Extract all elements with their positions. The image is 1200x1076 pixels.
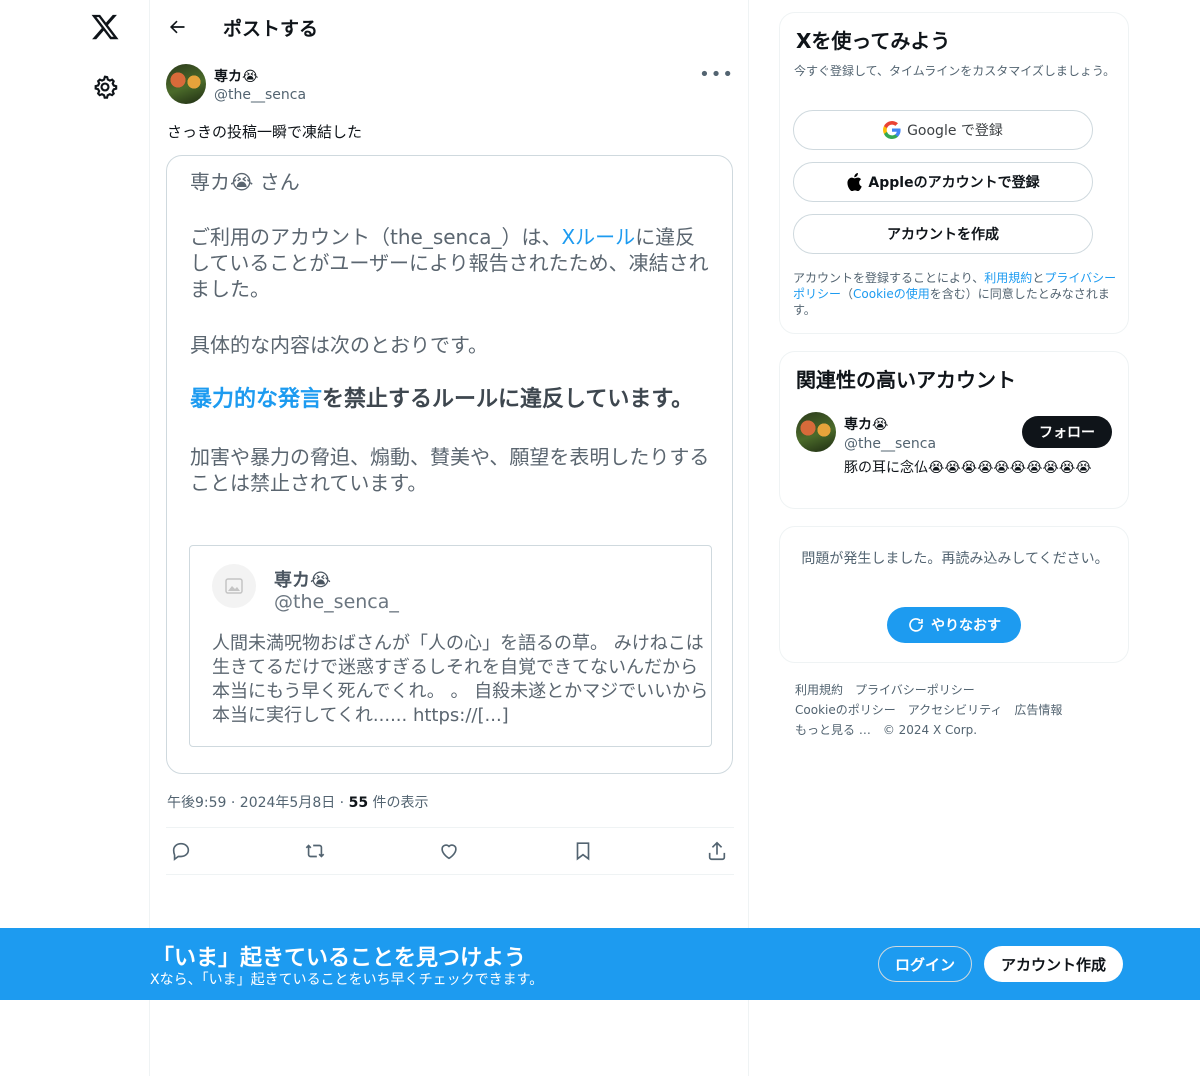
signup-subtitle: 今すぐ登録して、タイムラインをカスタマイズしましょう。 [794,64,1116,78]
footer-link[interactable]: プライバシーポリシー [855,683,975,697]
card-paragraph-2: 具体的な内容は次のとおりです。 [190,333,488,357]
x-rules-link: Xルール [561,225,636,249]
retry-button[interactable]: やりなおす [887,607,1021,643]
post-timestamp[interactable]: 午後9:59 · 2024年5月8日 · [167,795,349,811]
google-logo-icon [883,121,901,139]
x-logo-icon[interactable] [90,12,120,42]
signup-panel: Xを使ってみよう 今すぐ登録して、タイムラインをカスタマイズしましょう。 Goo… [779,12,1129,334]
related-account-handle[interactable]: @the__senca [844,436,936,452]
banner-title: 「いま」起きていることを見つけよう [152,946,527,971]
related-title: 関連性の高いアカウント [796,368,1016,392]
create-account-button[interactable]: アカウントを作成 [793,214,1093,254]
sidebar-footer: 利用規約 プライバシーポリシー Cookieのポリシー アクセシビリティ 広告情報 も… [795,680,1125,740]
post-image-card[interactable]: 専カ😭 さん ご利用のアカウント（the_senca_）は、Xルールに違反してい… [166,155,733,774]
card-rule-violation: 暴力的な発言を禁止するルールに違反しています。 [190,387,694,412]
card-greeting: 専カ😭 さん [190,170,300,194]
cookie-link[interactable]: Cookieの使用 [853,287,930,301]
quoted-text: 人間未満呪物おばさんが「人の心」を語るの草。 みけねこは生きてるだけで迷惑すぎる… [212,633,709,726]
copyright: © 2024 X Corp. [882,723,978,737]
signup-legal-text: アカウントを登録することにより、利用規約とプライバシーポリシー（Cookieの使… [793,271,1117,317]
card-paragraph-1: ご利用のアカウント（the_senca_）は、Xルールに違反していることがユーザ… [190,225,709,301]
avatar[interactable] [796,412,836,452]
repost-icon[interactable] [304,840,328,864]
views-count: 55 [348,795,369,811]
footer-link[interactable]: アクセシビリティ [908,703,1003,717]
share-icon[interactable] [706,840,730,864]
quoted-author-handle: @the_senca_ [274,591,399,613]
footer-link[interactable]: Cookieのポリシー [795,703,896,717]
post-meta: 午後9:59 · 2024年5月8日 · 55 件の表示 [167,795,429,811]
left-nav [0,0,150,1076]
error-panel: 問題が発生しました。再読み込みしてください。 やりなおす [779,526,1129,663]
google-signup-button[interactable]: Google で登録 [793,110,1093,150]
apple-logo-icon [846,173,863,191]
quoted-author-name: 専カ😭 [274,570,332,591]
page-header: ポストする [150,0,750,53]
footer-link[interactable]: 利用規約 [795,683,843,697]
more-options-icon[interactable]: ••• [699,64,734,85]
author-name[interactable]: 専カ😭 [214,66,258,86]
page-title: ポストする [223,18,319,40]
back-arrow-icon[interactable] [164,14,190,40]
post-header: 専カ😭 @the__senca ••• [166,64,734,108]
settings-gear-icon[interactable] [92,74,118,100]
error-message: 問題が発生しました。再読み込みしてください。 [801,551,1109,567]
signup-title: Xを使ってみよう [796,29,951,53]
banner-subtitle: Xなら、「いま」起きていることをいち早くチェックできます。 [150,972,544,988]
avatar[interactable] [166,64,206,104]
terms-link[interactable]: 利用規約 [984,271,1032,285]
post-actions [166,827,734,875]
card-paragraph-3: 加害や暴力の脅迫、煽動、賛美や、願望を表明したりすることは禁止されています。 [190,445,710,495]
follow-button[interactable]: フォロー [1022,416,1112,448]
login-button[interactable]: ログイン [878,946,972,982]
related-accounts-panel: 関連性の高いアカウント 専カ😭 @the__senca 豚の耳に念仏😭😭😭😭😭😭… [779,351,1129,509]
footer-more-link[interactable]: もっと見る … [795,723,871,737]
bookmark-icon[interactable] [572,840,596,864]
related-account-bio: 豚の耳に念仏😭😭😭😭😭😭😭😭😭😭 [844,460,1092,476]
author-handle[interactable]: @the__senca [214,87,306,103]
bottom-signup-banner: 「いま」起きていることを見つけよう Xなら、「いま」起きていることをいち早くチェ… [0,928,1200,1000]
like-heart-icon[interactable] [438,840,462,864]
related-account-name[interactable]: 専カ😭 [844,414,888,434]
reply-icon[interactable] [170,840,194,864]
refresh-icon [909,618,923,632]
quoted-post: 専カ😭 @the_senca_ 人間未満呪物おばさんが「人の心」を語るの草。 み… [189,545,712,747]
footer-link[interactable]: 広告情報 [1014,703,1062,717]
apple-signup-button[interactable]: Appleのアカウントで登録 [793,162,1093,202]
banner-create-account-button[interactable]: アカウント作成 [984,946,1123,982]
image-placeholder-icon [212,564,256,608]
post-text: さっきの投稿一瞬で凍結した [167,123,363,141]
main-column: ポストする 専カ😭 @the__senca ••• さっきの投稿一瞬で凍結した … [149,0,749,1076]
